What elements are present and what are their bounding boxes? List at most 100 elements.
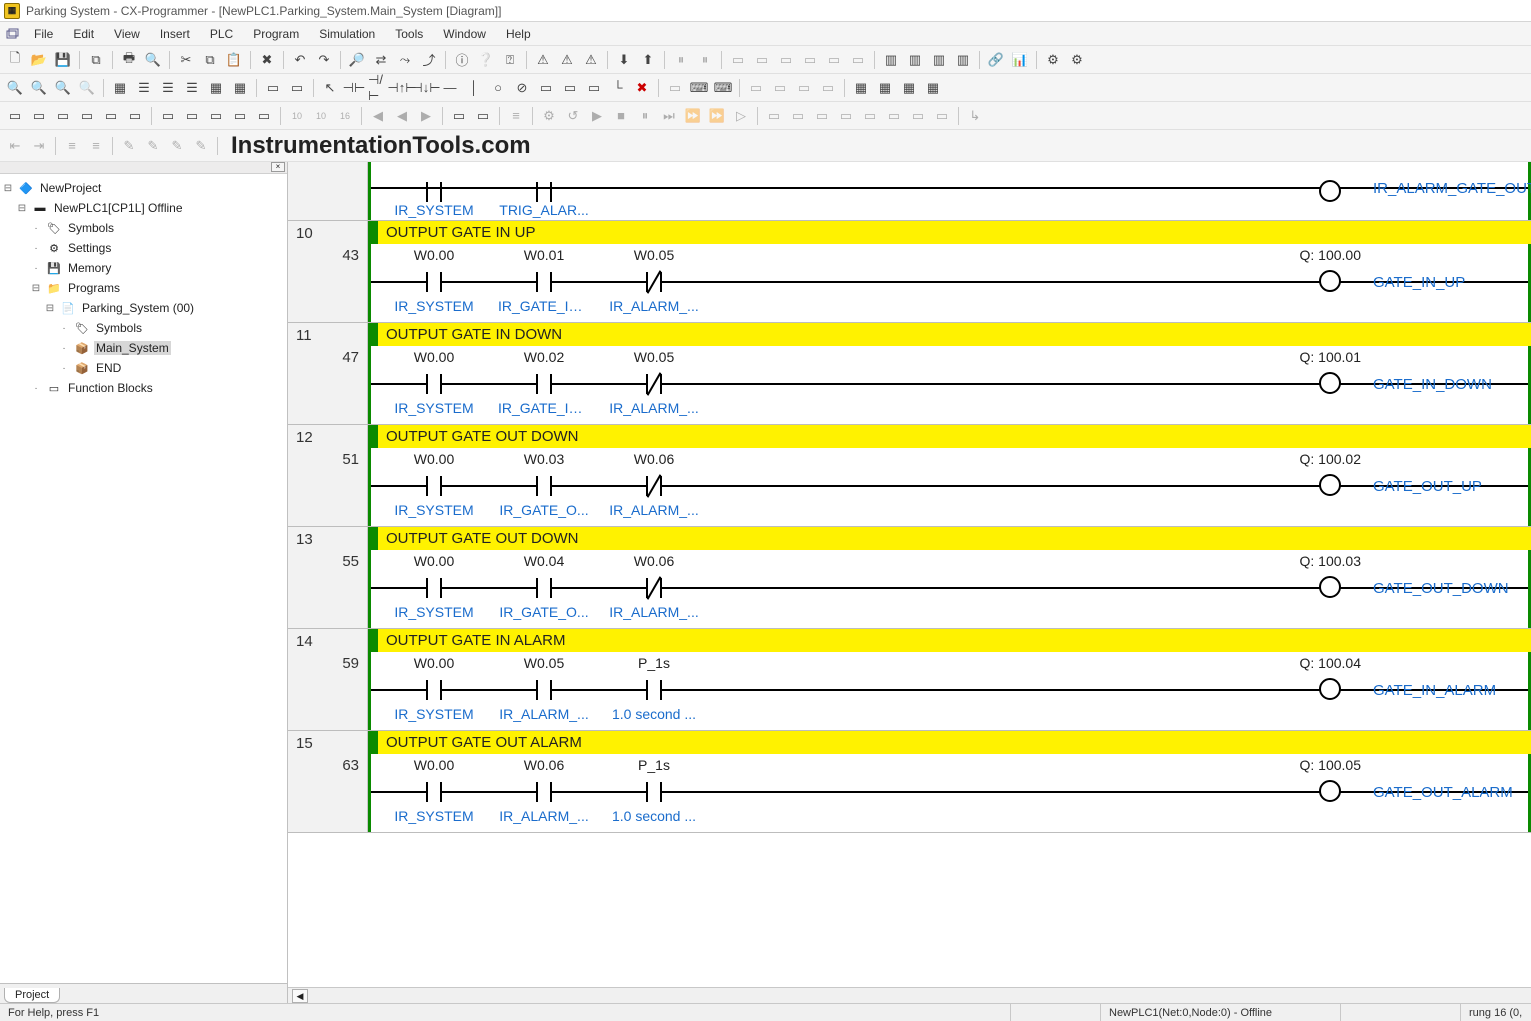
st-icon[interactable]: ▭ (286, 77, 308, 99)
layout3-icon[interactable]: ▭ (811, 105, 833, 127)
coil-not-icon[interactable]: ⊘ (511, 77, 533, 99)
rung-comment[interactable]: OUTPUT GATE OUT DOWN (368, 425, 1531, 448)
contact-nc[interactable]: W0.06IR_ALARM_... (608, 550, 700, 622)
delete-icon[interactable]: ✖ (256, 49, 278, 71)
rung-comment[interactable]: OUTPUT GATE OUT DOWN (368, 527, 1531, 550)
hline-icon[interactable]: — (439, 77, 461, 99)
layout2-icon[interactable]: ▭ (787, 105, 809, 127)
layout9-icon[interactable]: ↳ (964, 105, 986, 127)
tree-tab-project[interactable]: Project (4, 988, 60, 1003)
menu-view[interactable]: View (104, 24, 150, 44)
grid-icon[interactable]: ▦ (109, 77, 131, 99)
layout1-icon[interactable]: ▭ (763, 105, 785, 127)
contact-no[interactable]: W0.01IR_GATE_IN... (498, 244, 590, 316)
screen3-icon[interactable]: ▭ (52, 105, 74, 127)
rack2-icon[interactable]: ▥ (904, 49, 926, 71)
t10-icon[interactable]: 10 (286, 105, 308, 127)
find-prev-icon[interactable]: ⤴ (418, 49, 440, 71)
layout6-icon[interactable]: ▭ (883, 105, 905, 127)
win4-icon[interactable]: ▭ (817, 77, 839, 99)
rack4-icon[interactable]: ▥ (952, 49, 974, 71)
contact-no[interactable]: P_1s1.0 second ... (608, 652, 700, 724)
run-pause-icon[interactable]: ⏸ (634, 105, 656, 127)
contact-no[interactable]: W0.04IR_GATE_O... (498, 550, 590, 622)
contact-no[interactable]: W0.00IR_SYSTEM (388, 244, 480, 316)
func3-icon[interactable]: ▭ (583, 77, 605, 99)
tree-memory[interactable]: ·💾 Memory (2, 258, 285, 278)
output-coil[interactable]: Q: 100.02 (1251, 448, 1361, 500)
rung-comment[interactable]: OUTPUT GATE IN ALARM (368, 629, 1531, 652)
coil-icon[interactable]: ○ (487, 77, 509, 99)
nav3-icon[interactable]: ▶ (415, 105, 437, 127)
contact-no[interactable]: W0.03IR_GATE_O... (498, 448, 590, 520)
edit1-icon[interactable]: ✎ (118, 135, 140, 157)
zoom-in-icon[interactable]: 🔍 (4, 77, 26, 99)
rung[interactable]: 1563OUTPUT GATE OUT ALARMW0.00IR_SYSTEMW… (288, 731, 1531, 833)
screen6-icon[interactable]: ▭ (124, 105, 146, 127)
pause2-icon[interactable]: ⏸ (694, 49, 716, 71)
menu-window[interactable]: Window (433, 24, 496, 44)
rung-ladder[interactable]: W0.00IR_SYSTEMW0.06IR_ALARM_...P_1s1.0 s… (368, 754, 1531, 832)
contact-no[interactable]: W0.00IR_SYSTEM (388, 448, 480, 520)
upload-icon[interactable]: ⬆ (637, 49, 659, 71)
layout5-icon[interactable]: ▭ (859, 105, 881, 127)
tool-a-icon[interactable]: ⚙ (1042, 49, 1064, 71)
menu-file[interactable]: File (24, 24, 63, 44)
print-icon[interactable]: 🖶 (118, 49, 140, 71)
output-coil[interactable]: Q: 100.04 (1251, 652, 1361, 704)
sim-c-icon[interactable]: ▭ (205, 105, 227, 127)
run-stop-icon[interactable]: ■ (610, 105, 632, 127)
rung[interactable]: 1459OUTPUT GATE IN ALARMW0.00IR_SYSTEMW0… (288, 629, 1531, 731)
del-line-icon[interactable]: ✖ (631, 77, 653, 99)
screen4-icon[interactable]: ▭ (76, 105, 98, 127)
contact-nc[interactable]: W0.06IR_ALARM_... (608, 448, 700, 520)
contact-nc[interactable]: W0.05IR_ALARM_... (608, 346, 700, 418)
contact-nc[interactable]: W0.05IR_ALARM_... (608, 244, 700, 316)
output-coil[interactable]: Q: 100.00 (1251, 244, 1361, 296)
contact-no[interactable]: W0.00IR_SYSTEM (388, 754, 480, 826)
func2-icon[interactable]: ▭ (559, 77, 581, 99)
menu-tools[interactable]: Tools (385, 24, 433, 44)
run-ff-icon[interactable]: ⏩ (706, 105, 728, 127)
contact-no[interactable]: TRIG_ALAR... (498, 162, 590, 220)
layout4-icon[interactable]: ▭ (835, 105, 857, 127)
sim-d-icon[interactable]: ▭ (229, 105, 251, 127)
table4-icon[interactable]: ▦ (922, 77, 944, 99)
nav1-icon[interactable]: ◀ (367, 105, 389, 127)
table2-icon[interactable]: ▦ (874, 77, 896, 99)
rack1-icon[interactable]: ▥ (880, 49, 902, 71)
contact-nc-icon[interactable]: ⊣/⊢ (367, 77, 389, 99)
edit4-icon[interactable]: ✎ (190, 135, 212, 157)
contact-no[interactable]: W0.05IR_ALARM_... (498, 652, 590, 724)
restore-window-icon[interactable] (2, 24, 22, 44)
table1-icon[interactable]: ▦ (850, 77, 872, 99)
contact-no[interactable]: P_1s1.0 second ... (608, 754, 700, 826)
menu-plc[interactable]: PLC (200, 24, 243, 44)
rung[interactable]: IR_SYSTEMTRIG_ALAR...IR_ALARM_GATE_OUT (288, 162, 1531, 221)
keyboard2-icon[interactable]: ⌨ (712, 77, 734, 99)
view1-icon[interactable]: ☰ (133, 77, 155, 99)
view5-icon[interactable]: ▦ (229, 77, 251, 99)
rung-ladder[interactable]: W0.00IR_SYSTEMW0.04IR_GATE_O...W0.06IR_A… (368, 550, 1531, 628)
sim-e-icon[interactable]: ▭ (253, 105, 275, 127)
menu-simulation[interactable]: Simulation (309, 24, 385, 44)
run-reset-icon[interactable]: ↺ (562, 105, 584, 127)
contact-no[interactable]: W0.02IR_GATE_IN... (498, 346, 590, 418)
rung-ladder[interactable]: W0.00IR_SYSTEMW0.02IR_GATE_IN...W0.05IR_… (368, 346, 1531, 424)
project-tree[interactable]: ⊟🔷 NewProject ⊟▬ NewPLC1[CP1L] Offline ·… (0, 174, 287, 983)
find-next-icon[interactable]: ⤳ (394, 49, 416, 71)
tree-settings[interactable]: ·⚙ Settings (2, 238, 285, 258)
zoom-sel-icon[interactable]: 🔍 (76, 77, 98, 99)
menu-edit[interactable]: Edit (63, 24, 104, 44)
indent-left-icon[interactable]: ⇤ (4, 135, 26, 157)
contact-no-icon[interactable]: ⊣⊢ (343, 77, 365, 99)
rack3-icon[interactable]: ▥ (928, 49, 950, 71)
keyboard-icon[interactable]: ⌨ (688, 77, 710, 99)
rung-comment[interactable]: OUTPUT GATE IN UP (368, 221, 1531, 244)
open-file-icon[interactable]: 📂 (28, 49, 50, 71)
print-preview-icon[interactable]: 🔍 (142, 49, 164, 71)
table3-icon[interactable]: ▦ (898, 77, 920, 99)
cut-icon[interactable]: ✂ (175, 49, 197, 71)
zoom-out-icon[interactable]: 🔍 (28, 77, 50, 99)
context-help-icon[interactable]: ⍰ (499, 49, 521, 71)
